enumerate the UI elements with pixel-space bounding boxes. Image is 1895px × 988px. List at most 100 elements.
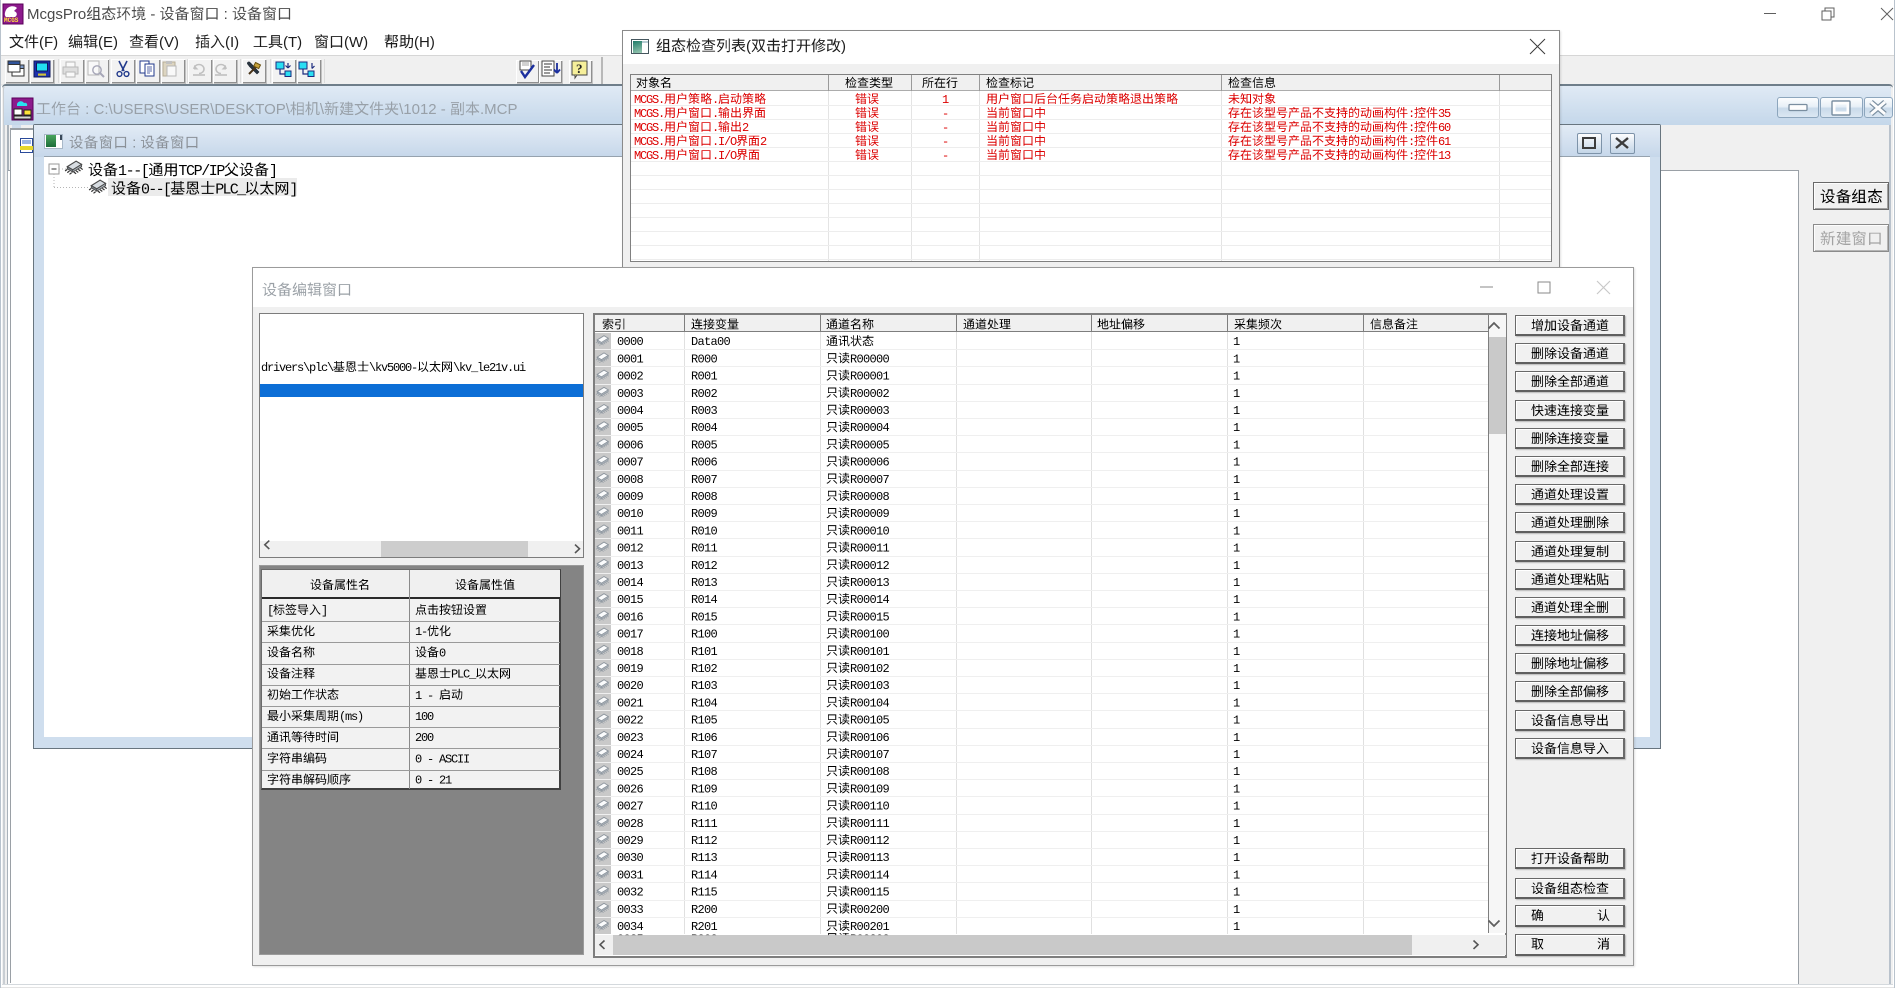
svg-text:R00006: R00006	[850, 456, 890, 470]
svg-text:R200: R200	[691, 903, 718, 917]
svg-text::: :	[128, 136, 140, 152]
svg-text:200: 200	[415, 731, 434, 745]
svg-text:60: 60	[1438, 121, 1451, 135]
svg-text:R113: R113	[691, 851, 718, 865]
svg-text:R008: R008	[691, 490, 718, 504]
svg-text:0017: 0017	[617, 628, 644, 642]
svg-text:R00002: R00002	[850, 387, 890, 401]
svg-text:1: 1	[1233, 524, 1240, 538]
svg-text:0026: 0026	[617, 782, 644, 796]
svg-text:R00109: R00109	[850, 782, 890, 796]
svg-text:1: 1	[1233, 593, 1240, 607]
svg-text:1: 1	[1233, 370, 1240, 384]
svg-text:R00201: R00201	[850, 920, 890, 934]
svg-text:drivers\plc\: drivers\plc\	[261, 361, 334, 375]
svg-text:R00001: R00001	[850, 370, 890, 384]
svg-text:0033: 0033	[617, 903, 644, 917]
svg-text:R00107: R00107	[850, 748, 890, 762]
svg-text:R202: R202	[691, 932, 718, 946]
svg-text:0035: 0035	[617, 932, 644, 946]
svg-text:R00009: R00009	[850, 507, 890, 521]
svg-text:R00106: R00106	[850, 731, 890, 745]
svg-text:): )	[841, 38, 846, 55]
svg-text:R108: R108	[691, 765, 718, 779]
svg-text:0001: 0001	[617, 352, 644, 366]
svg-text::: :	[1408, 107, 1414, 121]
svg-text:1: 1	[1233, 662, 1240, 676]
svg-text:1: 1	[942, 93, 949, 107]
svg-text::: :	[1408, 121, 1414, 135]
svg-text:(ms): (ms)	[339, 710, 363, 724]
svg-text:\kv5000-: \kv5000-	[369, 361, 417, 375]
svg-text:R107: R107	[691, 748, 718, 762]
svg-text:(E): (E)	[98, 34, 118, 51]
svg-text:TCP/IP: TCP/IP	[178, 163, 225, 180]
svg-text:: C:\USERS\USER\DESKTOP\: : C:\USERS\USER\DESKTOP\	[81, 101, 291, 118]
svg-text:1-: 1-	[415, 625, 427, 639]
svg-text:-: -	[942, 135, 948, 149]
svg-text:R007: R007	[691, 473, 718, 487]
svg-text:1: 1	[1233, 886, 1240, 900]
svg-text:2: 2	[760, 135, 767, 149]
svg-text:R102: R102	[691, 662, 718, 676]
svg-text:1: 1	[1233, 714, 1240, 728]
svg-text:R009: R009	[691, 507, 718, 521]
svg-text:R00110: R00110	[850, 800, 890, 814]
svg-text:R110: R110	[691, 800, 718, 814]
svg-text:0030: 0030	[617, 851, 644, 865]
svg-text:1: 1	[1233, 559, 1240, 573]
svg-text:100: 100	[415, 710, 434, 724]
svg-text:R00115: R00115	[850, 886, 890, 900]
svg-text:R115: R115	[691, 886, 718, 900]
svg-text:1: 1	[1233, 920, 1240, 934]
svg-text:(H): (H)	[414, 34, 435, 51]
svg-text:R00010: R00010	[850, 524, 890, 538]
svg-text:R00202: R00202	[850, 932, 890, 946]
svg-text:.MCP: .MCP	[480, 101, 518, 118]
svg-text:0034: 0034	[617, 920, 644, 934]
svg-text:1: 1	[1233, 404, 1240, 418]
svg-text:.I/O: .I/O	[712, 135, 737, 149]
svg-text:0003: 0003	[617, 387, 644, 401]
svg-text:0029: 0029	[617, 834, 644, 848]
svg-text:R004: R004	[691, 421, 718, 435]
svg-text:0016: 0016	[617, 610, 644, 624]
svg-text:1: 1	[1233, 421, 1240, 435]
svg-text:R105: R105	[691, 714, 718, 728]
svg-text:R114: R114	[691, 868, 718, 882]
svg-text:1: 1	[1233, 800, 1240, 814]
svg-text:0027: 0027	[617, 800, 644, 814]
svg-text:0025: 0025	[617, 765, 644, 779]
svg-text:R109: R109	[691, 782, 718, 796]
svg-text:0019: 0019	[617, 662, 644, 676]
svg-text:0021: 0021	[617, 696, 644, 710]
svg-text:R011: R011	[691, 542, 718, 556]
svg-text:0009: 0009	[617, 490, 644, 504]
svg-text:McgsPro: McgsPro	[27, 6, 86, 23]
svg-text:\1012 -: \1012 -	[399, 101, 450, 118]
svg-text:(V): (V)	[159, 34, 179, 51]
svg-text:0013: 0013	[617, 559, 644, 573]
svg-text:0024: 0024	[617, 748, 644, 762]
svg-text:1: 1	[1233, 696, 1240, 710]
svg-text:R101: R101	[691, 645, 718, 659]
svg-text:R00100: R00100	[850, 628, 890, 642]
svg-text:R014: R014	[691, 593, 718, 607]
svg-text:1: 1	[1233, 679, 1240, 693]
svg-text:R111: R111	[691, 817, 718, 831]
svg-text:.I/O: .I/O	[712, 149, 737, 163]
svg-text:1: 1	[1233, 335, 1240, 349]
svg-text:R00112: R00112	[850, 834, 890, 848]
svg-text:0004: 0004	[617, 404, 644, 418]
svg-text:R106: R106	[691, 731, 718, 745]
svg-text:[: [	[267, 604, 273, 618]
svg-text:13: 13	[1438, 149, 1451, 163]
svg-text:R00105: R00105	[850, 714, 890, 728]
svg-text:1: 1	[1233, 903, 1240, 917]
svg-text:-: -	[942, 149, 948, 163]
svg-text:0010: 0010	[617, 507, 644, 521]
svg-text:(I): (I)	[225, 34, 239, 51]
svg-text:0006: 0006	[617, 438, 644, 452]
svg-text:0012: 0012	[617, 542, 644, 556]
svg-text:R00015: R00015	[850, 610, 890, 624]
